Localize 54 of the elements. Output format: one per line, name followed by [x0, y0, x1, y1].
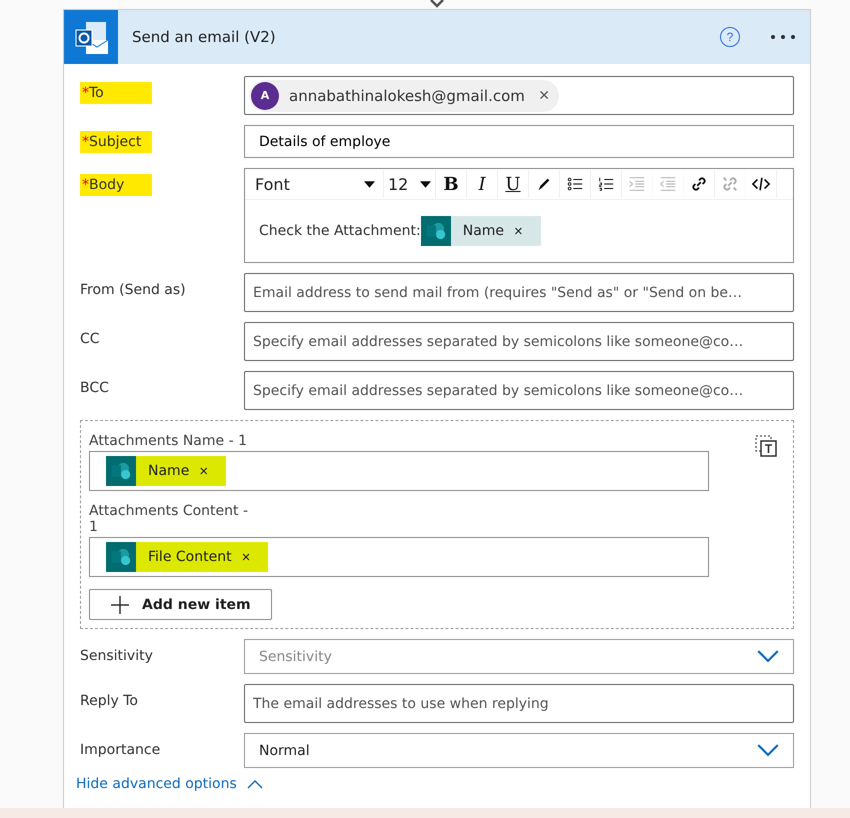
remove-token-button[interactable]: × [199, 456, 226, 486]
input-field[interactable]: Specify email addresses separated by semicolons like someone@co… [244, 371, 794, 410]
field-label: Attachments Name - 1 [89, 433, 248, 449]
plus-icon [110, 594, 130, 614]
token-label: Name [136, 456, 200, 486]
recipient-email: annabathinalokesh@gmail.com [289, 86, 525, 104]
subject-field[interactable]: Details of employe [244, 125, 794, 158]
input-field[interactable]: Specify email addresses separated by semicolons like someone@co… [244, 322, 794, 361]
to-field[interactable]: A annabathinalokesh@gmail.com × [244, 76, 794, 115]
field-label: *Body [80, 174, 152, 196]
link-icon [690, 175, 708, 193]
chevron-down-icon [757, 650, 779, 663]
sharepoint-icon [106, 542, 136, 572]
dropdown[interactable]: Normal [244, 733, 794, 768]
remove-token-button[interactable]: × [514, 222, 541, 240]
remove-token-button[interactable]: × [242, 542, 268, 572]
text-mode-icon[interactable] [755, 435, 777, 457]
indent-icon [628, 175, 646, 193]
code-icon [752, 175, 770, 193]
sharepoint-icon [106, 456, 136, 486]
field-label: Sensitivity [80, 648, 153, 664]
chevron-down-icon [757, 744, 779, 757]
more-options-icon[interactable] [770, 34, 796, 40]
help-button[interactable]: ? [720, 27, 740, 47]
token-field[interactable]: Name × [89, 451, 709, 491]
field-label: Attachments Content - 1 [89, 503, 249, 535]
input-field[interactable]: Email address to send mail from (requires "Send as" or "Send on be… [244, 273, 794, 312]
bulleted-list-icon [566, 175, 584, 193]
token-field[interactable]: File Content × [89, 537, 709, 577]
field-label: Reply To [80, 693, 138, 709]
caret-icon [364, 180, 375, 188]
field-label: Importance [80, 742, 160, 758]
body-text: Check the Attachment: [259, 223, 421, 239]
field-label: *To [80, 82, 152, 104]
broken-link-icon [721, 175, 739, 193]
remove-recipient-button[interactable]: × [538, 85, 550, 106]
add-item-button[interactable]: Add new item [89, 589, 272, 620]
field-label: BCC [80, 380, 109, 396]
field-label: *Subject [80, 131, 152, 153]
token-label: File Content [136, 542, 242, 572]
token-label: Name [462, 223, 506, 239]
input-field[interactable]: The email addresses to use when replying [244, 684, 794, 723]
avatar: A [251, 82, 279, 110]
outdent-icon [659, 175, 677, 193]
card-title: Send an email (V2) [132, 28, 277, 46]
hide-advanced-options-link[interactable]: Hide advanced options [76, 776, 263, 792]
body-editor[interactable]: Font 12 B I U Check the Attachment: Name × [244, 168, 794, 263]
chevron-up-icon [246, 780, 263, 788]
numbered-list-icon [597, 175, 615, 193]
field-label: From (Send as) [80, 282, 186, 298]
field-label: CC [80, 331, 100, 347]
dropdown[interactable]: Sensitivity [244, 639, 794, 674]
sharepoint-icon [420, 216, 451, 246]
caret-icon [420, 180, 431, 188]
